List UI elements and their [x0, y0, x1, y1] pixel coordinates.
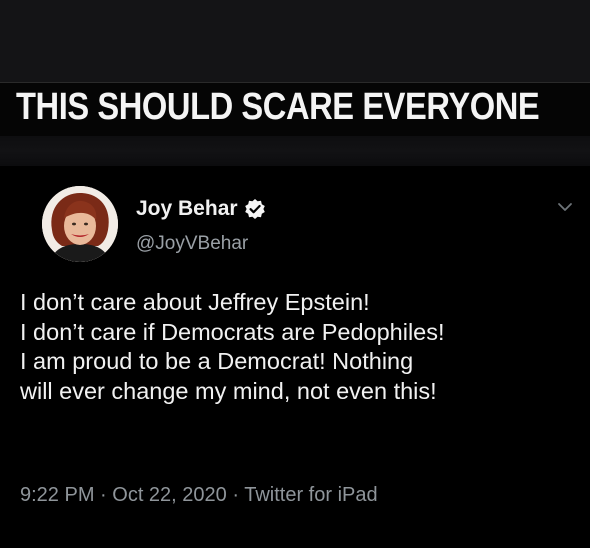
separator-band [0, 136, 590, 166]
headline-banner: THIS SHOULD SCARE EVERYONE [0, 82, 590, 137]
avatar-portrait-icon [42, 186, 118, 262]
avatar[interactable] [42, 186, 118, 262]
user-handle[interactable]: @JoyVBehar [136, 233, 248, 255]
tweet-date[interactable]: Oct 22, 2020 [112, 484, 227, 506]
headline-text: THIS SHOULD SCARE EVERYONE [16, 86, 540, 128]
chevron-down-icon[interactable] [555, 197, 575, 217]
tweet-line: will ever change my mind, not even this! [20, 377, 437, 404]
tweet-line: I am proud to be a Democrat! Nothing [20, 348, 414, 374]
tweet-line: I don’t care if Democrats are Pedophiles… [20, 318, 445, 345]
tweet-line: I don’t care about Jeffrey Epstein! [20, 289, 370, 315]
tweet-time[interactable]: 9:22 PM [20, 484, 94, 506]
top-dark-band [0, 0, 590, 82]
author-name-row[interactable]: Joy Behar [136, 197, 266, 221]
display-name[interactable]: Joy Behar [136, 197, 238, 221]
meta-separator: · [232, 484, 245, 506]
tweet-source[interactable]: Twitter for iPad [244, 484, 377, 506]
verified-badge-icon [244, 198, 266, 220]
tweet-text: I don’t care about Jeffrey Epstein! I do… [20, 288, 585, 406]
meta-separator: · [100, 484, 113, 506]
tweet-meta: 9:22 PM · Oct 22, 2020 · Twitter for iPa… [20, 484, 378, 507]
